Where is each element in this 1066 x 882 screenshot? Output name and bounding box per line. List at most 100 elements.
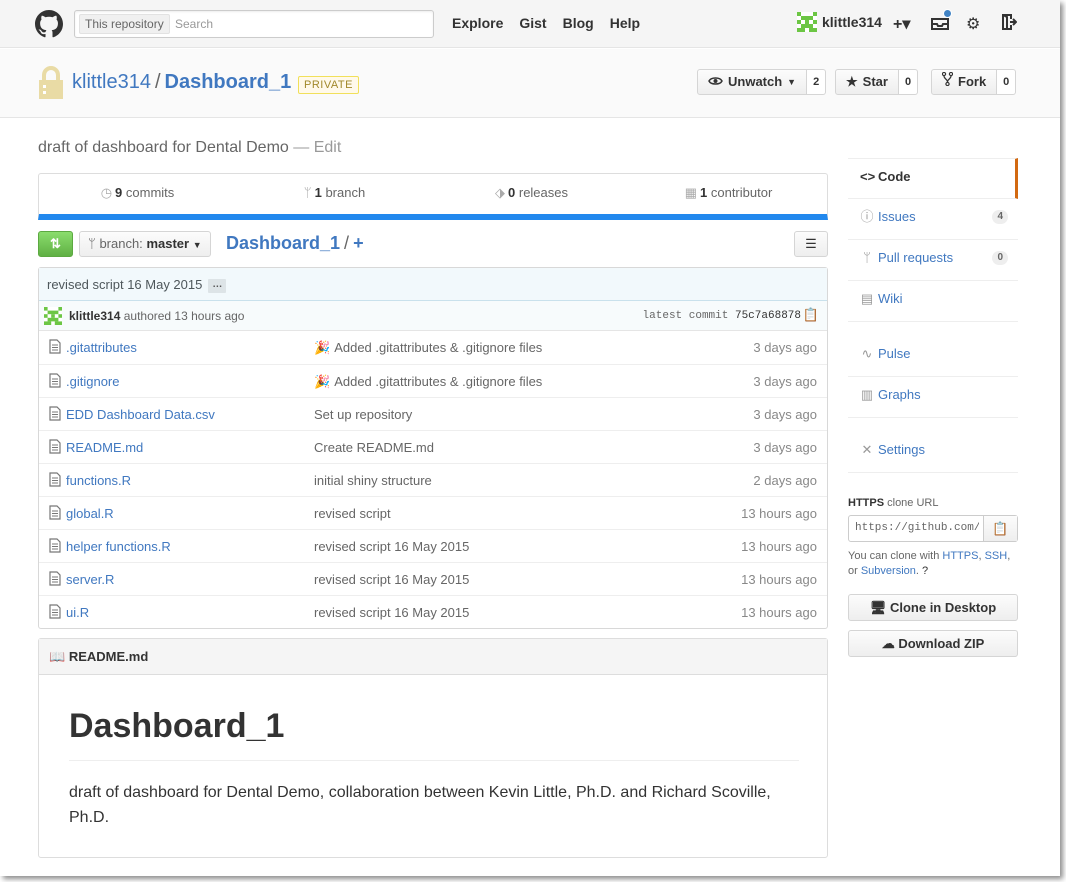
- author-avatar[interactable]: [44, 307, 62, 325]
- file-name-link[interactable]: server.R: [66, 572, 114, 587]
- branch-icon: ᛘ: [88, 236, 96, 251]
- breadcrumb-separator: /: [344, 233, 350, 253]
- settings-gear-icon[interactable]: ⚙: [966, 14, 980, 34]
- sidebar-item-settings[interactable]: ✕ Settings: [848, 432, 1018, 473]
- file-list-view-button[interactable]: ☰: [794, 231, 828, 257]
- file-commit-message[interactable]: 🎉 Added .gitattributes & .gitignore files: [314, 340, 542, 356]
- sidebar-item-code[interactable]: <> Code: [848, 158, 1018, 199]
- sidebar-item-graphs[interactable]: ▥ Graphs: [848, 377, 1018, 418]
- github-logo-icon[interactable]: [35, 10, 63, 38]
- file-commit-message[interactable]: initial shiny structure: [314, 473, 432, 488]
- nav-help[interactable]: Help: [610, 15, 640, 31]
- clone-help-suffix: .: [915, 565, 919, 577]
- contributors-link[interactable]: ▦ 1 contributor: [630, 174, 827, 214]
- file-name-link[interactable]: global.R: [66, 506, 114, 521]
- star-button[interactable]: ★ Star: [835, 69, 899, 95]
- author-link[interactable]: klittle314: [69, 309, 120, 323]
- repo-name-link[interactable]: Dashboard_1: [165, 71, 292, 93]
- file-age: 13 hours ago: [741, 506, 817, 521]
- table-row: .gitignore 🎉 Added .gitattributes & .gitig…: [39, 364, 827, 397]
- branch-select-button[interactable]: ᛘ branch: master ▼: [79, 231, 211, 257]
- issues-count: 4: [992, 210, 1008, 224]
- readme-header: 📖 README.md: [39, 639, 827, 675]
- releases-link[interactable]: ⬗ 0 releases: [433, 174, 630, 214]
- breadcrumb-repo-link[interactable]: Dashboard_1: [226, 233, 340, 253]
- file-age: 3 days ago: [753, 374, 817, 389]
- branch-icon: ᛘ: [303, 185, 312, 200]
- stars-count[interactable]: 0: [898, 69, 919, 95]
- repo-summary: ◷ 9 commits ᛘ1 branch ⬗ 0 releases ▦ 1 cont…: [38, 173, 828, 220]
- commit-author: klittle314 authored 13 hours ago: [69, 309, 244, 323]
- notifications-icon[interactable]: [931, 9, 952, 35]
- compare-button[interactable]: ⇅: [38, 231, 73, 257]
- question-icon[interactable]: ?: [922, 565, 928, 577]
- branches-count: 1: [314, 185, 322, 200]
- sidebar-item-issues[interactable]: ⓘ Issues 4: [848, 199, 1018, 240]
- file-commit-message[interactable]: revised script 16 May 2015: [314, 539, 469, 554]
- username-link[interactable]: klittle314: [822, 14, 882, 30]
- download-zip-button[interactable]: ☁ Download ZIP: [848, 630, 1018, 657]
- nav-gist[interactable]: Gist: [519, 15, 546, 31]
- unwatch-button[interactable]: Unwatch ▼: [697, 69, 808, 95]
- repo-description: draft of dashboard for Dental Demo — Edi…: [38, 139, 341, 157]
- sign-out-icon[interactable]: [1001, 13, 1018, 35]
- latest-commit-label: latest commit: [642, 310, 729, 322]
- readme-body: draft of dashboard for Dental Demo, coll…: [69, 784, 771, 826]
- create-new-icon[interactable]: +▾: [893, 14, 910, 34]
- search-input[interactable]: Search: [175, 17, 213, 31]
- watchers-count[interactable]: 2: [807, 69, 827, 95]
- commit-message-link[interactable]: revised script 16 May 2015: [47, 277, 202, 292]
- nav-explore[interactable]: Explore: [452, 15, 503, 31]
- copy-sha-icon[interactable]: 📋: [803, 307, 819, 323]
- sidebar-item-label: Issues: [878, 209, 916, 224]
- clone-help-comma: ,: [978, 550, 982, 562]
- sidebar-item-wiki[interactable]: ▤ Wiki: [848, 281, 1018, 322]
- sidebar-item-pull-requests[interactable]: ᛘ Pull requests 0: [848, 240, 1018, 281]
- file-commit-message[interactable]: revised script 16 May 2015: [314, 572, 469, 587]
- new-file-link[interactable]: +: [353, 233, 364, 253]
- clone-url-input[interactable]: https://github.com/klittle314/Dashboard_…: [855, 522, 979, 534]
- file-name-link[interactable]: .gitignore: [66, 374, 119, 389]
- repo-header: klittle314/Dashboard_1 PRIVATE Unwatch ▼…: [0, 49, 1060, 118]
- file-name-link[interactable]: README.md: [66, 440, 143, 455]
- clone-in-desktop-button[interactable]: 🖥 Clone in Desktop: [848, 594, 1018, 621]
- branches-link[interactable]: ᛘ1 branch: [236, 174, 433, 214]
- file-name-link[interactable]: functions.R: [66, 473, 131, 488]
- repo-title-separator: /: [154, 71, 161, 93]
- commit-sha-link[interactable]: 75c7a68878: [735, 310, 801, 322]
- clone-label-text: clone URL: [887, 497, 939, 509]
- user-menu[interactable]: klittle314: [797, 12, 882, 32]
- ssh-link[interactable]: SSH: [985, 550, 1008, 562]
- edit-description-link[interactable]: — Edit: [293, 139, 341, 156]
- subversion-link[interactable]: Subversion: [861, 565, 916, 577]
- commit-author-bar: klittle314 authored 13 hours ago latest …: [39, 301, 827, 331]
- file-name-link[interactable]: helper functions.R: [66, 539, 171, 554]
- forks-count[interactable]: 0: [997, 69, 1017, 95]
- tada-icon: 🎉: [314, 374, 331, 389]
- https-link[interactable]: HTTPS: [942, 550, 978, 562]
- file-commit-message-text: revised script: [314, 506, 391, 521]
- file-name-link[interactable]: ui.R: [66, 605, 89, 620]
- pull-requests-count: 0: [992, 251, 1008, 265]
- file-name-link[interactable]: .gitattributes: [66, 340, 137, 355]
- readme-filename[interactable]: README.md: [69, 649, 148, 664]
- file-commit-message-text: Create README.md: [314, 440, 434, 455]
- fork-button[interactable]: Fork: [931, 69, 998, 95]
- file-commit-message[interactable]: revised script 16 May 2015: [314, 605, 469, 620]
- expand-commit-button[interactable]: …: [208, 278, 227, 293]
- file-table: revised script 16 May 2015 … klittle314 a…: [38, 267, 828, 629]
- sidebar-item-pulse[interactable]: ∿ Pulse: [848, 336, 1018, 377]
- search-box[interactable]: This repository Search: [74, 10, 434, 38]
- file-commit-message-text: revised script 16 May 2015: [314, 539, 470, 554]
- nav-blog[interactable]: Blog: [563, 15, 594, 31]
- file-name-link[interactable]: EDD Dashboard Data.csv: [66, 407, 215, 422]
- file-commit-message[interactable]: Create README.md: [314, 440, 434, 455]
- commits-link[interactable]: ◷ 9 commits: [39, 174, 236, 214]
- file-commit-message[interactable]: revised script: [314, 506, 391, 521]
- file-commit-message[interactable]: 🎉 Added .gitattributes & .gitignore files: [314, 374, 542, 390]
- site-header: This repository Search Explore Gist Blog…: [0, 0, 1060, 48]
- repo-owner-link[interactable]: klittle314: [72, 71, 151, 93]
- copy-clone-url-icon[interactable]: 📋: [983, 516, 1017, 541]
- file-commit-message[interactable]: Set up repository: [314, 407, 412, 422]
